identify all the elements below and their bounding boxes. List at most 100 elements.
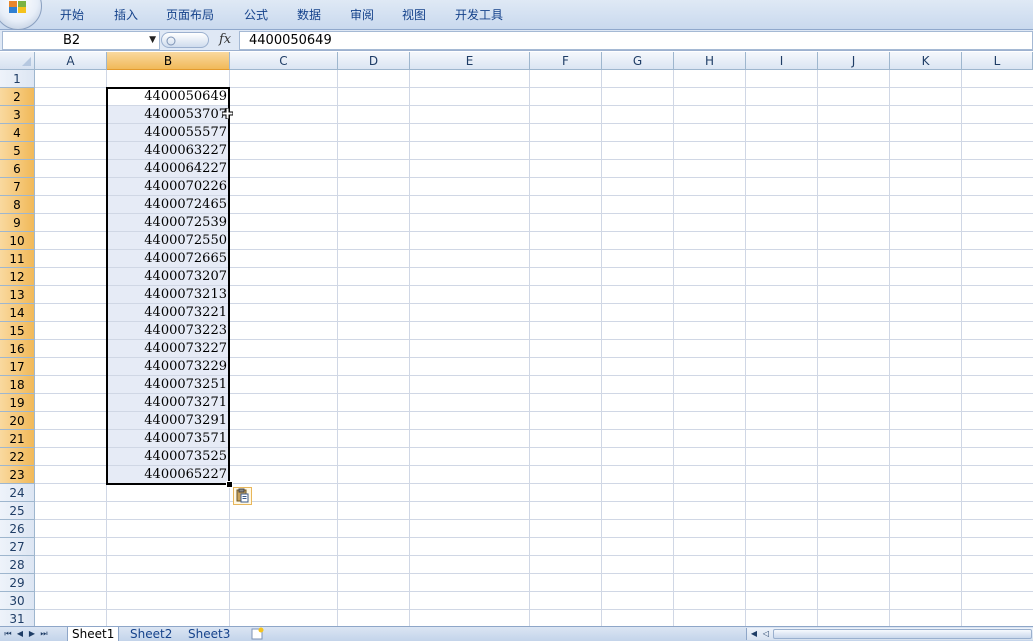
grid-row-line bbox=[35, 555, 1033, 556]
row-header-17[interactable]: 17 bbox=[0, 358, 35, 376]
row-header-24[interactable]: 24 bbox=[0, 484, 35, 502]
grid-column-line bbox=[745, 70, 746, 626]
ribbon-tab-6[interactable]: 审阅 bbox=[350, 6, 374, 24]
ribbon-tab-5[interactable]: 数据 bbox=[297, 6, 321, 24]
row-header-5[interactable]: 5 bbox=[0, 142, 35, 160]
scroll-thumb[interactable] bbox=[773, 629, 1032, 639]
column-header-d[interactable]: D bbox=[338, 52, 410, 70]
row-header-13[interactable]: 13 bbox=[0, 286, 35, 304]
office-button[interactable] bbox=[0, 0, 42, 30]
grid-column-line bbox=[817, 70, 818, 626]
row-header-3[interactable]: 3 bbox=[0, 106, 35, 124]
row-header-18[interactable]: 18 bbox=[0, 376, 35, 394]
row-header-6[interactable]: 6 bbox=[0, 160, 35, 178]
horizontal-scrollbar[interactable]: ◀ ◁ bbox=[746, 628, 1033, 640]
ribbon-tab-bar: 开始 插入 页面布局 公式 数据 审阅 视图 开发工具 bbox=[0, 0, 1033, 30]
spreadsheet-grid: ABCDEFGHIJKL 1 2 3 4 5 6 7 8 9 10 11 12 13 14 15 16 17 18… bbox=[0, 52, 1033, 626]
formula-bar-controls: fx bbox=[159, 31, 237, 48]
sheet-tab-bar: ⏮ ◀ ▶ ⏭ Sheet1 Sheet2 Sheet3 ◀ ◁ bbox=[0, 626, 1033, 641]
ribbon-tab-1[interactable]: 开始 bbox=[60, 6, 84, 24]
row-header-4[interactable]: 4 bbox=[0, 124, 35, 142]
grid-row-line bbox=[35, 519, 1033, 520]
formula-input[interactable]: 4400050649 bbox=[239, 31, 1033, 50]
row-header-1[interactable]: 1 bbox=[0, 70, 35, 88]
prev-sheet-icon[interactable]: ◀ bbox=[14, 628, 26, 640]
last-sheet-icon[interactable]: ⏭ bbox=[38, 628, 50, 640]
grid-row-line bbox=[35, 537, 1033, 538]
clipboard-icon bbox=[236, 488, 249, 503]
row-header-15[interactable]: 15 bbox=[0, 322, 35, 340]
column-header-f[interactable]: F bbox=[530, 52, 602, 70]
row-header-31[interactable]: 31 bbox=[0, 610, 35, 626]
ribbon-tab-7[interactable]: 视图 bbox=[402, 6, 426, 24]
row-header-10[interactable]: 10 bbox=[0, 232, 35, 250]
insert-function-icon[interactable]: fx bbox=[219, 31, 231, 48]
name-box[interactable]: B2 ▼ bbox=[2, 31, 160, 50]
column-header-g[interactable]: G bbox=[602, 52, 674, 70]
ribbon-tab-2[interactable]: 插入 bbox=[114, 6, 138, 24]
office-logo-icon bbox=[9, 1, 26, 13]
column-header-k[interactable]: K bbox=[890, 52, 962, 70]
insert-sheet-icon[interactable] bbox=[248, 627, 266, 641]
resize-circle-icon bbox=[166, 36, 176, 46]
column-header-a[interactable]: A bbox=[35, 52, 107, 70]
scroll-left-end-icon[interactable]: ◁ bbox=[760, 628, 772, 640]
name-box-value: B2 bbox=[63, 33, 81, 48]
column-header-i[interactable]: I bbox=[746, 52, 818, 70]
row-header-20[interactable]: 20 bbox=[0, 412, 35, 430]
fill-handle[interactable] bbox=[226, 481, 233, 488]
ribbon-tab-8[interactable]: 开发工具 bbox=[455, 6, 503, 24]
row-header-23[interactable]: 23 bbox=[0, 466, 35, 484]
row-header-19[interactable]: 19 bbox=[0, 394, 35, 412]
row-header-2[interactable]: 2 bbox=[0, 88, 35, 106]
next-sheet-icon[interactable]: ▶ bbox=[26, 628, 38, 640]
row-header-14[interactable]: 14 bbox=[0, 304, 35, 322]
sheet-tab-sheet2[interactable]: Sheet2 bbox=[126, 627, 176, 641]
formula-bar: B2 ▼ fx 4400050649 bbox=[0, 30, 1033, 51]
grid-row-line bbox=[35, 591, 1033, 592]
row-header-7[interactable]: 7 bbox=[0, 178, 35, 196]
row-header-27[interactable]: 27 bbox=[0, 538, 35, 556]
row-header-9[interactable]: 9 bbox=[0, 214, 35, 232]
row-header-28[interactable]: 28 bbox=[0, 556, 35, 574]
name-box-dropdown-icon[interactable]: ▼ bbox=[149, 32, 156, 49]
row-header-30[interactable]: 30 bbox=[0, 592, 35, 610]
grid-column-line bbox=[409, 70, 410, 626]
grid-column-line bbox=[673, 70, 674, 626]
grid-column-line bbox=[337, 70, 338, 626]
grid-column-line bbox=[961, 70, 962, 626]
row-header-8[interactable]: 8 bbox=[0, 196, 35, 214]
row-header-11[interactable]: 11 bbox=[0, 250, 35, 268]
sheet-tab-sheet3[interactable]: Sheet3 bbox=[184, 627, 234, 641]
row-header-16[interactable]: 16 bbox=[0, 340, 35, 358]
paste-options-button[interactable] bbox=[233, 487, 252, 505]
grid-row-line bbox=[35, 609, 1033, 610]
column-header-h[interactable]: H bbox=[674, 52, 746, 70]
column-header-j[interactable]: J bbox=[818, 52, 890, 70]
row-header-25[interactable]: 25 bbox=[0, 502, 35, 520]
formula-bar-resize-handle[interactable] bbox=[161, 32, 209, 48]
row-header-26[interactable]: 26 bbox=[0, 520, 35, 538]
grid-row-line bbox=[35, 501, 1033, 502]
scroll-left-icon[interactable]: ◀ bbox=[748, 628, 760, 640]
selection-border bbox=[106, 87, 230, 485]
column-header-b[interactable]: B bbox=[107, 52, 230, 70]
row-header-21[interactable]: 21 bbox=[0, 430, 35, 448]
column-header-l[interactable]: L bbox=[962, 52, 1033, 70]
grid-column-line bbox=[889, 70, 890, 626]
row-header-22[interactable]: 22 bbox=[0, 448, 35, 466]
first-sheet-icon[interactable]: ⏮ bbox=[2, 628, 14, 640]
column-header-e[interactable]: E bbox=[410, 52, 530, 70]
column-header-c[interactable]: C bbox=[230, 52, 338, 70]
grid-column-line bbox=[601, 70, 602, 626]
formula-input-value: 4400050649 bbox=[249, 33, 332, 48]
select-all-corner[interactable] bbox=[0, 52, 35, 70]
sheet-tab-sheet1[interactable]: Sheet1 bbox=[67, 627, 120, 641]
ribbon-tab-3[interactable]: 页面布局 bbox=[166, 6, 214, 24]
row-header-12[interactable]: 12 bbox=[0, 268, 35, 286]
ribbon-tab-4[interactable]: 公式 bbox=[244, 6, 268, 24]
cell-cursor-icon bbox=[222, 108, 233, 119]
grid-column-line bbox=[529, 70, 530, 626]
cell-area[interactable]: 4400050649 4400053707 4400055577 4400063227… bbox=[35, 70, 1033, 626]
row-header-29[interactable]: 29 bbox=[0, 574, 35, 592]
